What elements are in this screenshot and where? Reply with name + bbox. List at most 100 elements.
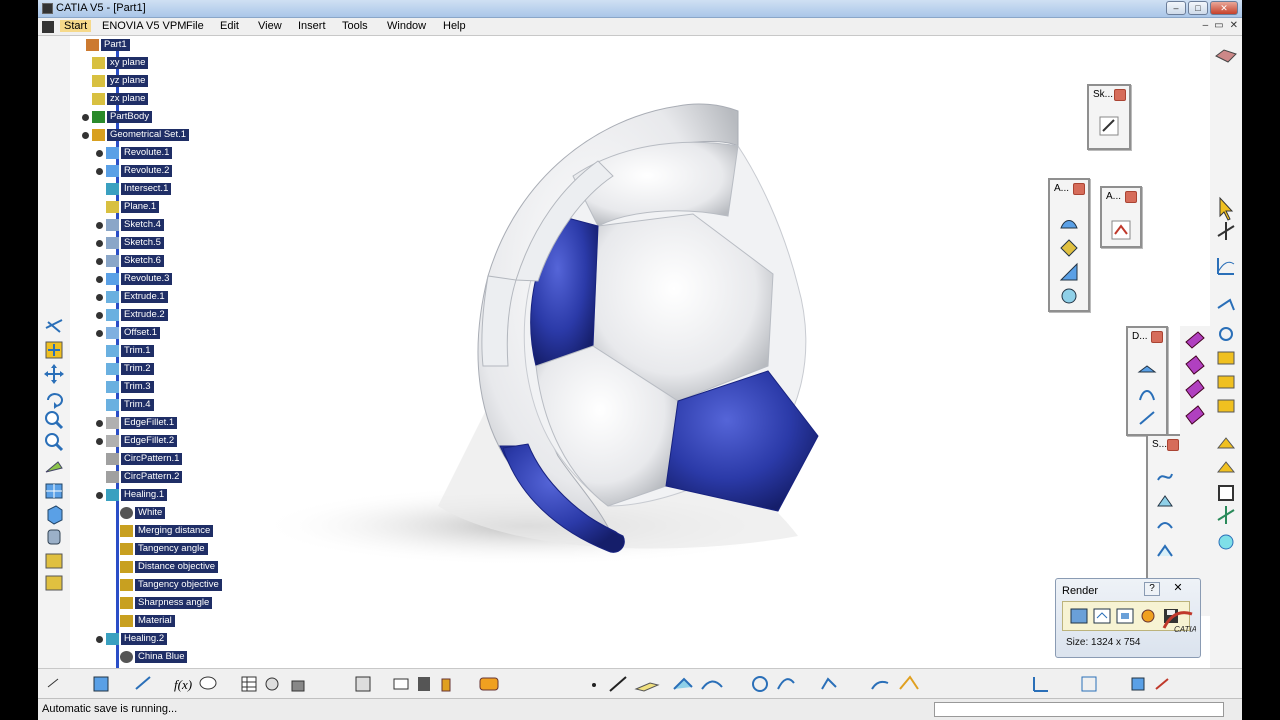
feature-d-icon[interactable] [1185, 405, 1205, 425]
3d-viewport[interactable]: Part1 xy plane yz plane zx plane PartBody Geo… [38, 36, 1242, 668]
minimize-button[interactable]: – [1166, 1, 1186, 15]
measure-icon[interactable] [1155, 678, 1169, 690]
feature-a-icon[interactable] [1185, 331, 1205, 349]
select-icon[interactable] [1219, 196, 1234, 221]
draft-panel-title: D... [1132, 331, 1148, 342]
knowledge-icon[interactable] [265, 677, 279, 691]
render-region-icon[interactable] [1115, 606, 1135, 626]
draft-reflect-icon[interactable] [1137, 384, 1157, 404]
document-icon [42, 21, 54, 33]
axis-icon[interactable] [1217, 258, 1235, 275]
3d-part-icon[interactable] [93, 676, 109, 692]
circle-tool-icon[interactable] [752, 676, 768, 692]
fill-tool-icon[interactable] [1059, 238, 1079, 258]
surface-a-icon[interactable] [1155, 468, 1175, 488]
mdi-close-button[interactable]: ✕ [1230, 20, 1238, 31]
symmetry-icon[interactable] [1217, 506, 1235, 524]
pattern-icon[interactable] [1218, 534, 1234, 550]
projection-icon[interactable] [1217, 298, 1235, 311]
lock-icon[interactable] [291, 680, 305, 692]
menu-tools[interactable]: Tools [342, 20, 368, 32]
point-tool-icon[interactable] [592, 683, 596, 687]
analysis-panel-close-button[interactable] [1125, 191, 1137, 203]
sketcher-icon[interactable] [135, 676, 151, 690]
menu-view[interactable]: View [258, 20, 282, 32]
render-help-button[interactable]: ? [1144, 582, 1160, 596]
select-arrow-icon[interactable] [47, 678, 59, 688]
annotations-panel-close-button[interactable] [1073, 183, 1085, 195]
analysis-toolbar-panel[interactable]: A... [1100, 186, 1142, 248]
spline-tool-icon[interactable] [777, 678, 795, 690]
formula-icon[interactable]: f(x) [174, 677, 192, 692]
surface-d-icon[interactable] [1155, 540, 1175, 560]
sketcher-panel-title: Sk... [1093, 89, 1114, 100]
draft-icon[interactable] [1137, 360, 1157, 380]
analysis-icon[interactable] [1111, 220, 1131, 240]
mdi-minimize-button[interactable]: – [1203, 20, 1209, 31]
comment-icon[interactable] [199, 676, 217, 690]
scale-icon[interactable] [1216, 437, 1236, 449]
render-panel-title: Render [1062, 585, 1099, 597]
catia-logo: CATIA [1162, 611, 1196, 634]
heal-icon[interactable] [1217, 399, 1235, 413]
sweep-tool-icon[interactable] [701, 680, 723, 690]
render-settings-icon[interactable] [1138, 606, 1158, 626]
fillet-tool-icon[interactable] [871, 680, 889, 690]
draft-panel-close-button[interactable] [1151, 331, 1163, 343]
surfaces-panel-close-button[interactable] [1167, 439, 1179, 451]
render-close-button[interactable]: ✕ [1170, 582, 1186, 596]
command-input[interactable] [934, 702, 1224, 717]
status-bar: Automatic save is running... [38, 698, 1242, 720]
table-icon[interactable] [241, 676, 257, 692]
variable-draft-icon[interactable] [1137, 408, 1157, 428]
point-icon[interactable] [393, 678, 409, 690]
draft-toolbar-panel[interactable]: D... [1126, 326, 1168, 436]
blend-tool-icon[interactable] [1059, 286, 1079, 306]
boundary-icon[interactable] [1219, 327, 1233, 341]
menu-start[interactable]: Start [60, 20, 92, 32]
extract-icon[interactable] [1217, 351, 1235, 365]
surface-tool-icon[interactable] [1059, 214, 1079, 234]
feature-b-icon[interactable] [1185, 355, 1205, 375]
sketcher-panel-close-button[interactable] [1114, 89, 1126, 101]
sweep-tool-icon[interactable] [1059, 262, 1079, 282]
cube-icon[interactable] [1131, 677, 1145, 691]
surface-c-icon[interactable] [1155, 516, 1175, 536]
render-bottom-icon[interactable] [479, 677, 499, 691]
menu-window[interactable]: Window [387, 20, 426, 32]
annotations-toolbar-panel[interactable]: A... [1048, 178, 1090, 312]
bottle-icon[interactable] [441, 678, 451, 692]
mdi-restore-button[interactable]: ▭ [1214, 20, 1223, 31]
sketch-icon[interactable] [1099, 116, 1119, 136]
offset-icon[interactable] [1218, 485, 1234, 501]
workbench-icon[interactable] [1215, 49, 1237, 63]
menu-insert[interactable]: Insert [298, 20, 326, 32]
soccer-ball-model[interactable] [38, 36, 1242, 668]
menu-file[interactable]: File [186, 20, 204, 32]
line-tool-icon[interactable] [609, 676, 627, 692]
menu-help[interactable]: Help [443, 20, 466, 32]
translate-icon[interactable] [1216, 461, 1236, 473]
close-button[interactable]: ✕ [1210, 1, 1238, 15]
extrude-tool-icon[interactable] [673, 677, 693, 690]
plane-tool-icon[interactable] [634, 682, 660, 692]
join-icon[interactable] [1217, 375, 1235, 389]
surfaces-toolbar-panel[interactable]: S... [1146, 434, 1184, 584]
maximize-button[interactable]: □ [1188, 1, 1208, 15]
transform-tool-icon[interactable] [899, 675, 919, 690]
menu-edit[interactable]: Edit [220, 20, 239, 32]
render-viewport-icon[interactable] [1092, 606, 1112, 626]
split-tool-icon[interactable] [821, 677, 837, 690]
surface-b-icon[interactable] [1155, 492, 1175, 512]
feature-c-icon[interactable] [1185, 379, 1205, 399]
render-image-icon[interactable] [1069, 606, 1089, 626]
bottom-toolbar-icons: f(x) [47, 675, 1169, 692]
grid-icon[interactable] [1081, 676, 1097, 692]
menu-enovia-v5-vpm[interactable]: ENOVIA V5 VPM [102, 20, 186, 32]
render-size-label: Size: 1324 x 754 [1066, 637, 1141, 648]
axis-system-icon[interactable] [1033, 677, 1048, 692]
fly-through-icon[interactable] [355, 676, 371, 692]
snap-icon[interactable] [1217, 222, 1235, 240]
catalog-icon[interactable] [418, 677, 430, 691]
sketcher-toolbar-panel[interactable]: Sk... [1087, 84, 1131, 150]
